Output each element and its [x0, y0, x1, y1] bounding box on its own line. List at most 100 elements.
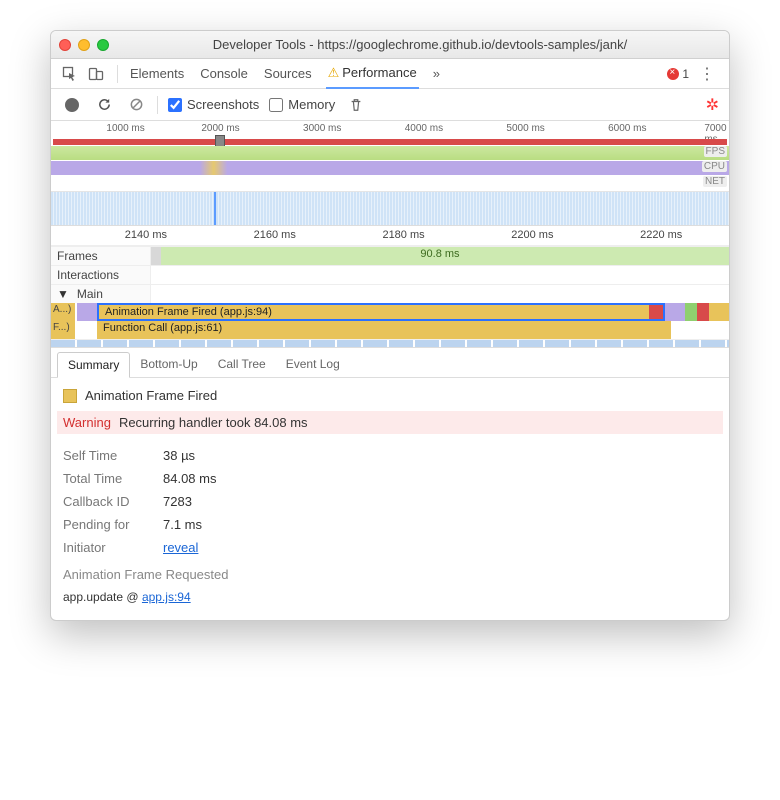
warning-label: Warning	[63, 415, 111, 430]
initiator-label: Initiator	[63, 540, 153, 555]
truncated-event[interactable]: F...)	[51, 321, 77, 339]
flame-event[interactable]	[77, 303, 97, 321]
error-count: 1	[682, 67, 689, 81]
capture-settings-button[interactable]: ✲	[706, 95, 719, 115]
main-track-label: Main	[77, 287, 103, 301]
event-title: Animation Frame Fired	[85, 388, 217, 403]
interactions-track: Interactions	[51, 265, 729, 284]
truncated-event[interactable]: A...)	[51, 303, 77, 321]
screenshots-checkbox[interactable]: Screenshots	[168, 97, 259, 112]
frame-duration: 90.8 ms	[420, 248, 459, 260]
frames-track: Frames 90.8 ms	[51, 246, 729, 265]
memory-label: Memory	[288, 97, 335, 112]
reload-record-button[interactable]	[93, 94, 115, 116]
ruler-tick: 6000 ms	[608, 123, 646, 134]
warning-triangle-icon: ⚠	[328, 65, 340, 80]
tab-performance-label: Performance	[342, 65, 416, 80]
tab-call-tree[interactable]: Call Tree	[208, 352, 276, 377]
ruler-tick: 2140 ms	[125, 229, 167, 241]
window-title: Developer Tools - https://googlechrome.g…	[119, 37, 721, 52]
pending-for-value: 7.1 ms	[163, 517, 202, 532]
memory-checkbox[interactable]: Memory	[269, 97, 335, 112]
self-time-label: Self Time	[63, 448, 153, 463]
error-icon	[667, 68, 679, 80]
close-window-button[interactable]	[59, 39, 71, 51]
stack-source-link[interactable]: app.js:94	[142, 590, 191, 604]
tab-event-log[interactable]: Event Log	[276, 352, 350, 377]
flame-chart[interactable]: Frames 90.8 ms Interactions ▼ Main A...) …	[51, 246, 729, 348]
ruler-tick: 2220 ms	[640, 229, 682, 241]
ruler-tick: 2200 ms	[511, 229, 553, 241]
warning-row: Warning Recurring handler took 84.08 ms	[57, 411, 723, 434]
tab-console[interactable]: Console	[198, 60, 250, 87]
selected-event-bar[interactable]: Animation Frame Fired (app.js:94)	[97, 303, 665, 321]
cpu-lane: CPU	[51, 161, 729, 175]
zoom-window-button[interactable]	[97, 39, 109, 51]
overview-ruler: 1000 ms 2000 ms 3000 ms 4000 ms 5000 ms …	[51, 121, 729, 139]
main-thread-flame: A...) Animation Frame Fired (app.js:94) …	[51, 303, 729, 347]
flame-event-bar[interactable]: Function Call (app.js:61)	[97, 321, 671, 339]
main-track-header[interactable]: ▼ Main	[51, 284, 729, 303]
tab-performance[interactable]: ⚠Performance	[326, 59, 419, 89]
inspect-element-icon[interactable]	[59, 63, 81, 85]
fps-label: FPS	[704, 146, 727, 157]
clear-button[interactable]	[125, 94, 147, 116]
perf-toolbar: Screenshots Memory ✲	[51, 89, 729, 121]
screenshots-strip	[51, 191, 729, 225]
details-tabbar: Summary Bottom-Up Call Tree Event Log	[51, 348, 729, 378]
overview-pane[interactable]: 1000 ms 2000 ms 3000 ms 4000 ms 5000 ms …	[51, 121, 729, 226]
gc-button[interactable]	[345, 94, 367, 116]
tab-bottom-up[interactable]: Bottom-Up	[130, 352, 207, 377]
callback-id-label: Callback ID	[63, 494, 153, 509]
titlebar: Developer Tools - https://googlechrome.g…	[51, 31, 729, 59]
panel-tabs: Elements Console Sources ⚠Performance	[128, 59, 419, 88]
flame-event[interactable]	[685, 303, 697, 321]
playhead[interactable]	[214, 192, 216, 225]
initiator-reveal-link[interactable]: reveal	[163, 540, 198, 555]
device-toolbar-icon[interactable]	[85, 63, 107, 85]
detail-ruler: 2140 ms 2160 ms 2180 ms 2200 ms 2220 ms	[51, 226, 729, 246]
summary-panel: Animation Frame Fired Warning Recurring h…	[51, 378, 729, 620]
panel-tabbar: Elements Console Sources ⚠Performance » …	[51, 59, 729, 89]
screenshots-checkbox-input[interactable]	[168, 98, 182, 112]
screenshots-label: Screenshots	[187, 97, 259, 112]
tab-sources[interactable]: Sources	[262, 60, 314, 87]
window-controls	[59, 39, 109, 51]
memory-checkbox-input[interactable]	[269, 98, 283, 112]
tab-summary[interactable]: Summary	[57, 352, 130, 378]
divider	[117, 65, 118, 83]
net-lane: NET	[51, 176, 729, 190]
stack-trace: app.update @ app.js:94	[63, 590, 717, 604]
flame-event[interactable]	[697, 303, 709, 321]
main-menu-button[interactable]: ⋮	[693, 64, 721, 84]
flame-event[interactable]	[665, 303, 685, 321]
ruler-tick: 2000 ms	[201, 123, 239, 134]
warning-text: Recurring handler took 84.08 ms	[119, 415, 308, 430]
ruler-tick: 1000 ms	[106, 123, 144, 134]
tab-elements[interactable]: Elements	[128, 60, 186, 87]
expand-triangle-icon[interactable]: ▼	[57, 287, 69, 301]
ruler-tick: 4000 ms	[405, 123, 443, 134]
ruler-tick: 2180 ms	[382, 229, 424, 241]
callback-id-value: 7283	[163, 494, 192, 509]
stack-function: app.update	[63, 590, 123, 604]
cpu-label: CPU	[702, 161, 727, 172]
event-color-swatch	[63, 389, 77, 403]
animation-frame-requested-label: Animation Frame Requested	[63, 567, 717, 582]
record-button[interactable]	[61, 94, 83, 116]
fps-lane: FPS	[51, 146, 729, 160]
net-label: NET	[703, 176, 727, 187]
overview-frames-strip	[53, 139, 727, 145]
interactions-track-label: Interactions	[51, 266, 151, 284]
ruler-tick: 2160 ms	[254, 229, 296, 241]
tabs-overflow-button[interactable]: »	[433, 66, 440, 81]
ruler-tick: 5000 ms	[506, 123, 544, 134]
minimize-window-button[interactable]	[78, 39, 90, 51]
devtools-window: Developer Tools - https://googlechrome.g…	[50, 30, 730, 621]
frames-track-label: Frames	[51, 247, 151, 265]
divider	[157, 96, 158, 114]
flame-event[interactable]	[709, 303, 729, 321]
stack-at: @	[126, 590, 138, 604]
error-count-badge[interactable]: 1	[667, 67, 689, 81]
self-time-value: 38 µs	[163, 448, 195, 463]
